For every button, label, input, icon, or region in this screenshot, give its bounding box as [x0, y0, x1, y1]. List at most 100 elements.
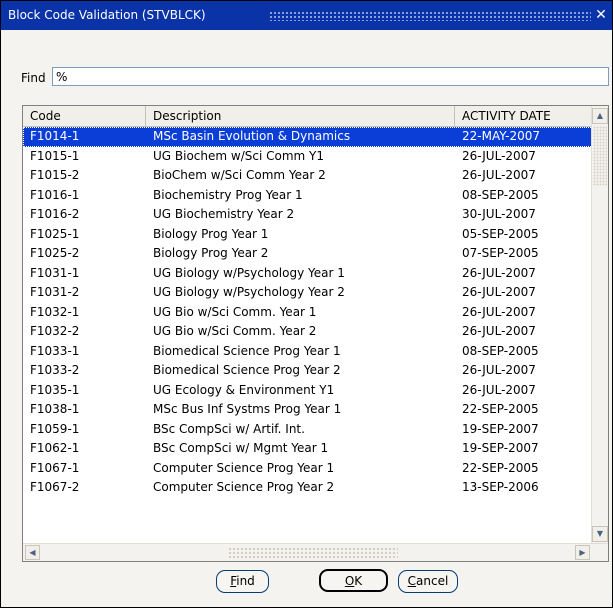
cell-activity-date: 19-SEP-2007	[462, 441, 539, 455]
cell-description: BSc CompSci w/ Artif. Int.	[153, 421, 305, 436]
cell-code: F1038-1	[30, 402, 80, 416]
table-row[interactable]: F1014-1 MSc Basin Evolution & Dynamics 22-…	[23, 127, 593, 147]
cell-description: Computer Science Prog Year 1	[153, 460, 335, 475]
table-row[interactable]: F1025-2 Biology Prog Year 2 07-SEP-2005	[23, 244, 593, 264]
cell-description: Biomedical Science Prog Year 2	[153, 363, 341, 377]
cell-activity-date: 26-JUL-2007	[462, 168, 536, 182]
window-title: Block Code Validation (STVBLCK)	[8, 8, 206, 22]
cell-activity-date: 08-SEP-2005	[462, 343, 539, 358]
cancel-button-label: ancel	[416, 574, 449, 588]
table-row[interactable]: F1033-1 Biomedical Science Prog Year 1 08-…	[23, 342, 593, 362]
find-label: Find	[21, 71, 46, 85]
cell-description: MSc Basin Evolution & Dynamics	[153, 129, 351, 143]
cell-code: F1016-1	[30, 187, 80, 202]
cell-activity-date: 26-JUL-2007	[462, 363, 536, 377]
horizontal-scrollbar[interactable]: ◀ ▶	[23, 543, 608, 561]
cancel-button[interactable]: Cancel	[398, 570, 458, 593]
table-row[interactable]: F1016-1 Biochemistry Prog Year 1 08-SEP-20…	[23, 186, 593, 206]
cell-code: F1031-1	[30, 265, 80, 280]
cell-description: UG Biology w/Psychology Year 2	[153, 285, 345, 299]
dialog-window: Block Code Validation (STVBLCK) ✕ Find C…	[0, 0, 613, 608]
table-row[interactable]: F1015-2 BioChem w/Sci Comm Year 2 26-JUL-2…	[23, 166, 593, 186]
column-header-code[interactable]: Code	[23, 106, 146, 126]
cell-code: F1014-1	[30, 129, 80, 143]
scroll-left-icon[interactable]: ◀	[25, 545, 40, 560]
scroll-down-icon[interactable]: ▼	[592, 526, 608, 542]
cancel-button-mnemonic: C	[407, 574, 417, 588]
title-bar[interactable]: Block Code Validation (STVBLCK) ✕	[1, 1, 612, 30]
cell-activity-date: 26-JUL-2007	[462, 324, 536, 338]
cell-code: F1067-1	[30, 460, 80, 475]
table-row[interactable]: F1062-1 BSc CompSci w/ Mgmt Year 1 19-SEP-…	[23, 439, 593, 459]
cell-description: UG Bio w/Sci Comm. Year 1	[153, 304, 317, 319]
scroll-right-icon[interactable]: ▶	[575, 545, 590, 560]
table-row[interactable]: F1033-2 Biomedical Science Prog Year 2 26-…	[23, 361, 593, 381]
cell-code: F1062-1	[30, 441, 80, 455]
table-row[interactable]: F1015-1 UG Biochem w/Sci Comm Y1 26-JUL-20…	[23, 147, 593, 167]
cell-activity-date: 22-SEP-2005	[462, 460, 539, 475]
cell-description: Biochemistry Prog Year 1	[153, 187, 303, 202]
cell-activity-date: 19-SEP-2007	[462, 421, 539, 436]
table-row[interactable]: F1038-1 MSc Bus Inf Systms Prog Year 1 22-…	[23, 400, 593, 420]
cell-activity-date: 08-SEP-2005	[462, 187, 539, 202]
cell-activity-date: 22-SEP-2005	[462, 402, 539, 416]
cell-description: Biology Prog Year 1	[153, 226, 269, 241]
cell-code: F1025-1	[30, 226, 80, 241]
cell-code: F1025-2	[30, 246, 80, 260]
horizontal-scroll-thumb[interactable]	[228, 547, 398, 558]
cell-code: F1033-2	[30, 363, 80, 377]
find-button[interactable]: Find	[216, 570, 269, 593]
cell-code: F1016-2	[30, 207, 80, 221]
table-row[interactable]: F1032-2 UG Bio w/Sci Comm. Year 2 26-JUL-2…	[23, 322, 593, 342]
cell-description: UG Biochemistry Year 2	[153, 207, 295, 221]
cell-activity-date: 30-JUL-2007	[462, 207, 536, 221]
cell-description: UG Ecology & Environment Y1	[153, 382, 335, 397]
cell-activity-date: 05-SEP-2005	[462, 226, 539, 241]
find-button-label: ind	[236, 574, 255, 588]
cell-code: F1035-1	[30, 382, 80, 397]
table-row[interactable]: F1025-1 Biology Prog Year 1 05-SEP-2005	[23, 225, 593, 245]
cell-description: BioChem w/Sci Comm Year 2	[153, 168, 326, 182]
cell-description: UG Biochem w/Sci Comm Y1	[153, 148, 324, 163]
table-row[interactable]: F1059-1 BSc CompSci w/ Artif. Int. 19-SEP-…	[23, 420, 593, 440]
table-row[interactable]: F1035-1 UG Ecology & Environment Y1 26-JUL…	[23, 381, 593, 401]
cell-activity-date: 07-SEP-2005	[462, 246, 539, 260]
ok-button[interactable]: OK	[319, 569, 388, 592]
ok-button-mnemonic: O	[344, 574, 355, 588]
table-row[interactable]: F1067-2 Computer Science Prog Year 2 13-SE…	[23, 478, 593, 498]
cell-activity-date: 26-JUL-2007	[462, 285, 536, 299]
scroll-up-icon[interactable]: ▲	[592, 108, 608, 124]
cell-code: F1031-2	[30, 285, 80, 299]
ok-button-label: K	[354, 574, 363, 588]
table-row[interactable]: F1067-1 Computer Science Prog Year 1 22-SE…	[23, 459, 593, 479]
cell-activity-date: 22-MAY-2007	[462, 129, 541, 143]
cell-activity-date: 13-SEP-2006	[462, 480, 539, 494]
cell-code: F1059-1	[30, 421, 80, 436]
close-icon[interactable]: ✕	[594, 1, 608, 30]
cell-description: MSc Bus Inf Systms Prog Year 1	[153, 402, 342, 416]
cell-code: F1032-1	[30, 304, 80, 319]
grid-header: Code Description ACTIVITY DATE	[23, 106, 593, 127]
cell-activity-date: 26-JUL-2007	[462, 304, 536, 319]
table-row[interactable]: F1016-2 UG Biochemistry Year 2 30-JUL-2007	[23, 205, 593, 225]
table-row[interactable]: F1032-1 UG Bio w/Sci Comm. Year 1 26-JUL-2…	[23, 303, 593, 323]
cell-activity-date: 26-JUL-2007	[462, 382, 536, 397]
vertical-scrollbar[interactable]: ▲ ▼	[591, 106, 608, 544]
cell-description: Biology Prog Year 2	[153, 246, 269, 260]
vertical-scroll-thumb[interactable]	[593, 126, 607, 186]
cell-code: F1015-2	[30, 168, 80, 182]
cell-description: BSc CompSci w/ Mgmt Year 1	[153, 441, 329, 455]
table-row[interactable]: F1031-2 UG Biology w/Psychology Year 2 26-…	[23, 283, 593, 303]
results-grid: Code Description ACTIVITY DATE F1014-1 MS…	[22, 105, 609, 562]
title-grip-pattern	[269, 11, 591, 21]
column-header-activity-date[interactable]: ACTIVITY DATE	[455, 106, 593, 126]
table-row[interactable]: F1031-1 UG Biology w/Psychology Year 1 26-…	[23, 264, 593, 284]
cell-description: Computer Science Prog Year 2	[153, 480, 335, 494]
grid-rows: F1014-1 MSc Basin Evolution & Dynamics 22-…	[23, 127, 593, 498]
cell-code: F1033-1	[30, 343, 80, 358]
cell-code: F1032-2	[30, 324, 80, 338]
find-input[interactable]	[52, 67, 609, 86]
column-header-description[interactable]: Description	[146, 106, 455, 126]
cell-activity-date: 26-JUL-2007	[462, 148, 536, 163]
cell-description: UG Bio w/Sci Comm. Year 2	[153, 324, 317, 338]
